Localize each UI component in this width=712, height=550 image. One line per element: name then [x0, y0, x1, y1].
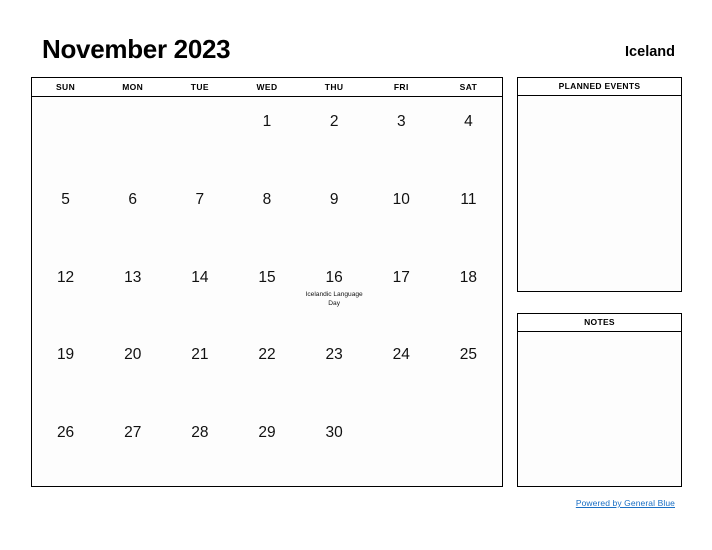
day-cell-empty	[32, 97, 99, 175]
day-cell-21[interactable]: 21	[166, 330, 233, 408]
day-number: 8	[262, 190, 272, 208]
day-cell-16[interactable]: 16 Icelandic Language Day	[301, 253, 368, 331]
notes-box: NOTES	[517, 313, 682, 487]
day-number: 30	[325, 424, 343, 442]
day-of-week-fri: FRI	[393, 82, 409, 92]
day-cell-30[interactable]: 30	[301, 408, 368, 486]
day-cell-8[interactable]: 8	[233, 175, 300, 253]
day-cell-10[interactable]: 10	[368, 175, 435, 253]
planned-events-body[interactable]	[518, 96, 681, 291]
day-number: 12	[56, 268, 75, 286]
day-cell-19[interactable]: 19	[32, 330, 99, 408]
calendar-weeks: 1 2 3 4 5 6 7 8 9 10 11 12 13 14 15 16 Icelandic Languag…	[32, 97, 502, 486]
day-cell-9[interactable]: 9	[301, 175, 368, 253]
day-cell-15[interactable]: 15	[233, 253, 300, 331]
day-number: 24	[392, 346, 410, 364]
day-number: 13	[124, 268, 142, 286]
day-cell-empty	[435, 408, 502, 486]
day-number: 25	[459, 346, 478, 364]
day-number: 20	[124, 346, 142, 364]
day-cell-12[interactable]: 12	[32, 253, 99, 331]
day-of-week-header-row: SUN MON TUE WED THU FRI SAT	[32, 78, 502, 97]
day-number: 27	[124, 424, 142, 442]
day-number: 23	[325, 346, 343, 364]
day-cell-empty	[166, 97, 233, 175]
day-event-label: Icelandic Language Day	[305, 290, 363, 308]
day-cell-17[interactable]: 17	[368, 253, 435, 331]
day-cell-28[interactable]: 28	[166, 408, 233, 486]
day-cell-5[interactable]: 5	[32, 175, 99, 253]
day-cell-7[interactable]: 7	[166, 175, 233, 253]
calendar-week-row: 26 27 28 29 30	[32, 408, 502, 486]
planned-events-title: PLANNED EVENTS	[518, 78, 681, 96]
day-cell-11[interactable]: 11	[435, 175, 502, 253]
day-cell-empty	[368, 408, 435, 486]
day-number: 3	[396, 113, 406, 130]
day-number: 7	[195, 190, 205, 208]
calendar-grid: SUN MON TUE WED THU FRI SAT 1 2 3 4 5 6 7 8 9 10 11 12 13 1…	[31, 77, 503, 487]
day-number: 14	[191, 268, 209, 286]
day-of-week-sat: SAT	[459, 82, 478, 92]
calendar-week-row: 5 6 7 8 9 10 11	[32, 175, 502, 253]
day-cell-18[interactable]: 18	[435, 253, 502, 331]
day-cell-22[interactable]: 22	[233, 330, 300, 408]
day-cell-1[interactable]: 1	[233, 97, 300, 175]
day-number: 5	[61, 190, 70, 208]
day-cell-20[interactable]: 20	[99, 330, 166, 408]
day-cell-29[interactable]: 29	[233, 408, 300, 486]
day-of-week-wed: WED	[256, 82, 278, 92]
calendar-page: November 2023 Iceland SUN MON TUE WED THU FRI…	[0, 0, 712, 550]
day-cell-25[interactable]: 25	[435, 330, 502, 408]
day-cell-4[interactable]: 4	[435, 97, 502, 175]
day-number: 29	[258, 424, 276, 442]
day-number: 22	[258, 346, 276, 364]
day-number: 19	[56, 346, 75, 364]
day-number: 18	[459, 268, 478, 286]
day-number: 9	[329, 190, 339, 208]
powered-by-general-blue-link[interactable]: Powered by General Blue	[576, 498, 675, 508]
day-number: 26	[56, 424, 75, 442]
day-number: 16	[325, 268, 343, 286]
day-cell-27[interactable]: 27	[99, 408, 166, 486]
day-cell-26[interactable]: 26	[32, 408, 99, 486]
day-cell-empty	[99, 97, 166, 175]
day-number: 28	[191, 424, 209, 442]
day-cell-13[interactable]: 13	[99, 253, 166, 331]
day-number: 2	[329, 113, 339, 130]
calendar-week-row: 19 20 21 22 23 24 25	[32, 330, 502, 408]
day-number: 15	[258, 268, 276, 286]
day-cell-2[interactable]: 2	[301, 97, 368, 175]
day-of-week-tue: TUE	[190, 82, 209, 92]
day-of-week-thu: THU	[324, 82, 344, 92]
day-number: 1	[262, 113, 272, 130]
day-cell-3[interactable]: 3	[368, 97, 435, 175]
day-number: 17	[392, 268, 410, 286]
day-cell-24[interactable]: 24	[368, 330, 435, 408]
calendar-week-row: 1 2 3 4	[32, 97, 502, 175]
day-cell-23[interactable]: 23	[301, 330, 368, 408]
locale-title: Iceland	[625, 44, 675, 60]
day-number: 4	[464, 113, 473, 130]
day-of-week-mon: MON	[122, 82, 144, 92]
day-number: 11	[460, 190, 477, 208]
page-title: November 2023	[42, 34, 231, 64]
notes-body[interactable]	[518, 332, 681, 486]
day-number: 10	[392, 190, 410, 208]
day-of-week-sun: SUN	[55, 82, 76, 92]
day-cell-6[interactable]: 6	[99, 175, 166, 253]
notes-title: NOTES	[518, 314, 681, 332]
day-cell-14[interactable]: 14	[166, 253, 233, 331]
calendar-week-row: 12 13 14 15 16 Icelandic Language Day 17 18	[32, 253, 502, 331]
day-number: 21	[191, 346, 209, 364]
planned-events-box: PLANNED EVENTS	[517, 77, 682, 292]
day-number: 6	[128, 190, 138, 208]
